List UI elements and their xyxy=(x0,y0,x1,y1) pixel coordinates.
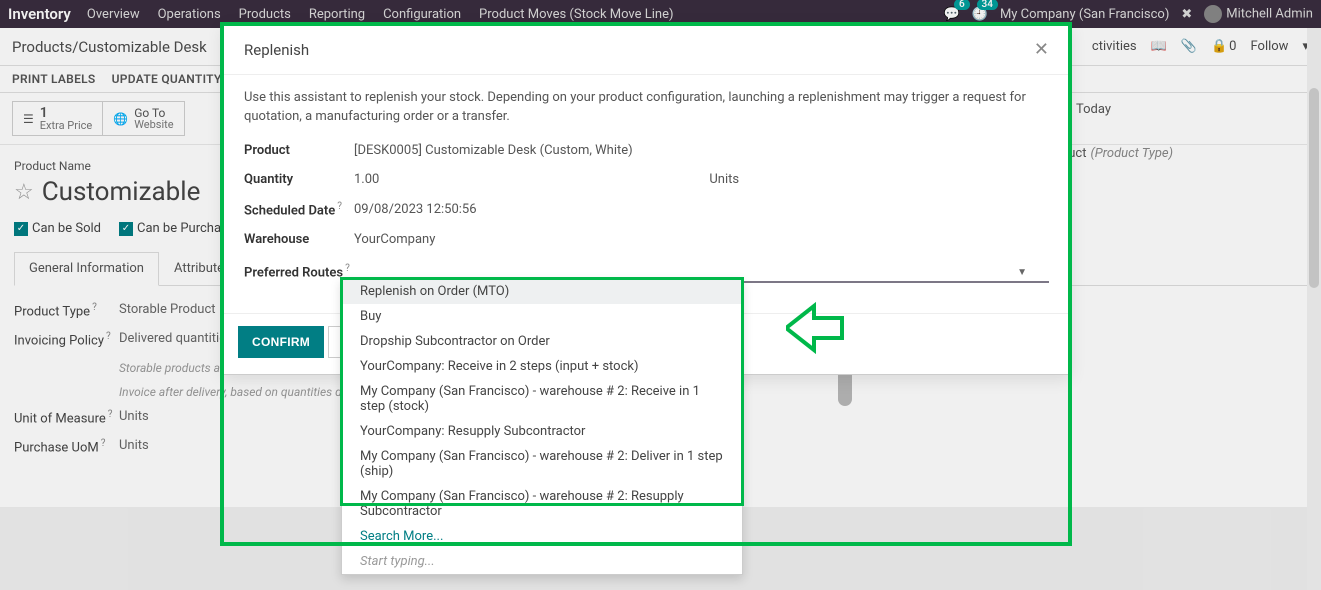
uom-value[interactable]: Units xyxy=(119,409,149,426)
preferred-routes-label: Preferred Routes? xyxy=(244,263,354,280)
debug-icon[interactable]: ✖ xyxy=(1181,7,1192,22)
scheduled-date-label: Scheduled Date? xyxy=(244,201,354,218)
product-type-label: Product Type? xyxy=(14,302,119,319)
lock-icon: 🔒 xyxy=(1211,39,1227,54)
modal-intro-text: Use this assistant to replenish your sto… xyxy=(244,89,1049,127)
follow-button[interactable]: Follow xyxy=(1250,39,1288,54)
route-option[interactable]: My Company (San Francisco) - warehouse #… xyxy=(342,379,742,419)
tab-general-information[interactable]: General Information xyxy=(14,252,159,286)
invoicing-policy-value[interactable]: Delivered quantitie xyxy=(119,331,226,348)
purchase-uom-value[interactable]: Units xyxy=(119,438,149,455)
route-option[interactable]: YourCompany: Receive in 2 steps (input +… xyxy=(342,354,742,379)
check-icon: ✓ xyxy=(119,222,133,236)
avatar-icon xyxy=(1204,5,1222,23)
filter-product-type: uduct(Product Type) xyxy=(1054,146,1173,161)
start-typing-hint: Start typing... xyxy=(342,549,742,574)
print-labels-button[interactable]: PRINT LABELS xyxy=(12,72,96,86)
scheduled-date-value[interactable]: 09/08/2023 12:50:56 xyxy=(354,202,477,217)
purchase-uom-label: Purchase UoM? xyxy=(14,438,119,455)
route-option[interactable]: Dropship Subcontractor on Order xyxy=(342,329,742,354)
messaging-icon[interactable]: 💬6 xyxy=(944,7,960,22)
routes-dropdown: Replenish on Order (MTO) Buy Dropship Su… xyxy=(341,278,743,575)
route-option[interactable]: My Company (San Francisco) - warehouse #… xyxy=(342,444,742,484)
nav-overview[interactable]: Overview xyxy=(87,7,140,22)
route-option[interactable]: Replenish on Order (MTO) xyxy=(342,279,742,304)
followers-count[interactable]: 🔒0 xyxy=(1211,39,1237,54)
route-option[interactable]: My Company (San Francisco) - warehouse #… xyxy=(342,484,742,524)
update-quantity-button[interactable]: UPDATE QUANTITY xyxy=(112,72,222,86)
company-switcher[interactable]: My Company (San Francisco) xyxy=(1000,7,1169,22)
quantity-label: Quantity xyxy=(244,172,354,187)
nav-reporting[interactable]: Reporting xyxy=(309,7,365,22)
product-type-value[interactable]: Storable Product xyxy=(119,302,216,319)
invoicing-policy-label: Invoicing Policy? xyxy=(14,331,119,348)
messaging-badge: 6 xyxy=(954,0,970,10)
route-option[interactable]: YourCompany: Resupply Subcontractor xyxy=(342,419,742,444)
activities-icon[interactable]: 🕘34 xyxy=(972,7,988,22)
quantity-units[interactable]: Units xyxy=(709,172,739,187)
today-label: Today xyxy=(1076,102,1111,117)
product-value: [DESK0005] Customizable Desk (Custom, Wh… xyxy=(354,143,633,158)
modal-title: Replenish xyxy=(244,41,309,59)
warehouse-label: Warehouse xyxy=(244,232,354,247)
nav-operations[interactable]: Operations xyxy=(158,7,221,22)
activities-trunc[interactable]: ctivities xyxy=(1092,39,1137,54)
go-to-website-stat[interactable]: 🌐 Go ToWebsite xyxy=(102,101,184,136)
product-title: Customizable xyxy=(42,177,201,207)
warehouse-value[interactable]: YourCompany xyxy=(354,232,435,247)
uom-label: Unit of Measure? xyxy=(14,409,119,426)
extra-price-stat[interactable]: ☰ 1Extra Price xyxy=(12,101,103,136)
breadcrumb-products[interactable]: Products xyxy=(12,38,72,56)
product-label: Product xyxy=(244,143,354,158)
search-more-link[interactable]: Search More... xyxy=(342,524,742,549)
list-icon: ☰ xyxy=(23,112,34,126)
check-icon: ✓ xyxy=(14,222,28,236)
confirm-button[interactable]: CONFIRM xyxy=(238,326,324,358)
app-brand[interactable]: Inventory xyxy=(8,5,71,23)
modal-close-button[interactable]: ✕ xyxy=(1034,39,1049,60)
nav-configuration[interactable]: Configuration xyxy=(383,7,461,22)
user-menu[interactable]: Mitchell Admin xyxy=(1204,5,1313,23)
page-scrollbar[interactable] xyxy=(1307,28,1321,590)
can-be-sold-checkbox[interactable]: ✓Can be Sold xyxy=(14,221,101,236)
quantity-value[interactable]: 1.00 xyxy=(354,172,379,187)
attachments-icon[interactable]: 📎 xyxy=(1181,39,1197,54)
activities-badge: 34 xyxy=(977,0,998,10)
favorite-star-icon[interactable]: ☆ xyxy=(14,180,34,205)
globe-icon: 🌐 xyxy=(113,112,128,126)
route-option[interactable]: Buy xyxy=(342,304,742,329)
nav-products[interactable]: Products xyxy=(239,7,291,22)
breadcrumb-current: Customizable Desk xyxy=(78,38,206,56)
nav-product-moves[interactable]: Product Moves (Stock Move Line) xyxy=(479,7,673,22)
print-icon[interactable]: 📖 xyxy=(1151,39,1167,54)
